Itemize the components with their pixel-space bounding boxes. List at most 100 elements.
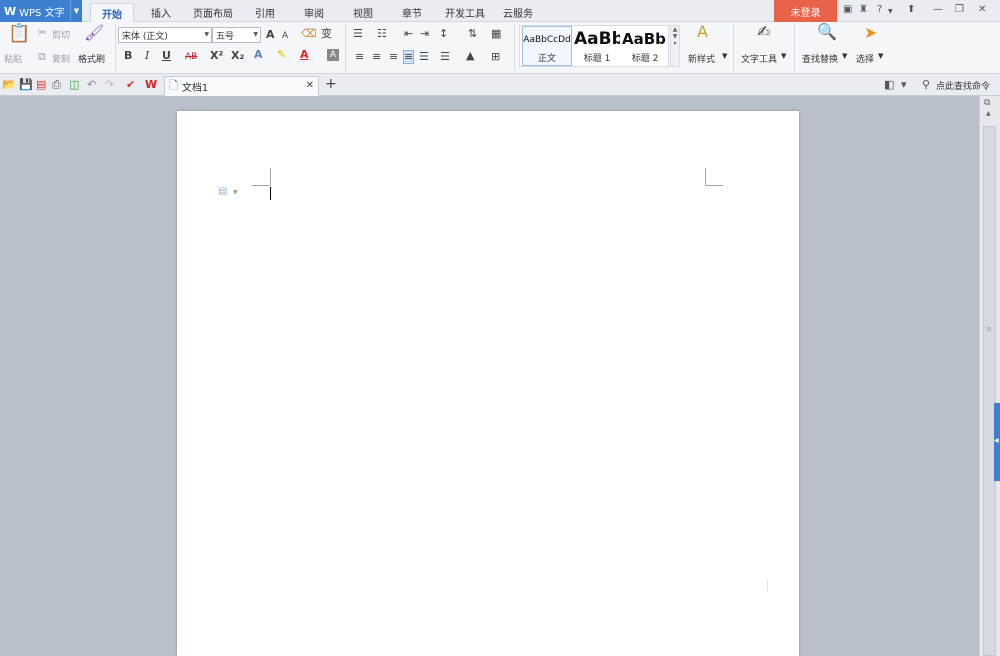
tab-view[interactable]: 视图 (343, 3, 383, 22)
command-search-input[interactable]: 点此查找命令 (936, 79, 990, 92)
italic-button[interactable]: I (145, 50, 149, 62)
print-preview-icon[interactable]: ◫ (69, 79, 79, 91)
tab-page-layout[interactable]: 页面布局 (188, 3, 238, 22)
split-view-icon[interactable]: ⧉ (984, 98, 990, 108)
style-heading-2[interactable]: AaBb 标题 2 (622, 26, 668, 66)
customize-icon[interactable]: ✔ (126, 79, 135, 91)
text-tools-icon[interactable]: ✍ (757, 24, 770, 40)
scroll-thumb[interactable]: ≡ (983, 126, 996, 656)
new-style-icon[interactable]: A (697, 24, 708, 40)
table-icon[interactable]: ▦ (491, 28, 501, 40)
format-painter-button[interactable]: 格式刷 (78, 52, 105, 65)
text-tools-button[interactable]: 文字工具 (741, 52, 777, 65)
text-effect-icon[interactable]: A (254, 49, 263, 61)
undo-icon[interactable]: ↶ (87, 79, 96, 91)
export-pdf-icon[interactable]: ▤ (36, 79, 46, 91)
align-center-icon[interactable]: ≡ (372, 51, 381, 63)
chevron-down-icon[interactable]: ▼ (781, 52, 786, 60)
superscript-button[interactable]: X² (210, 50, 223, 62)
select-button[interactable]: 选择 (856, 52, 874, 65)
style-heading-1[interactable]: AaBb 标题 1 (574, 26, 620, 66)
paste-button[interactable]: 粘贴 (4, 52, 22, 65)
outdent-icon[interactable]: ⇤ (404, 28, 413, 40)
new-style-button[interactable]: 新样式 (688, 52, 715, 65)
document-icon: 🗋 (169, 79, 178, 92)
paragraph-spacing-icon[interactable]: ☰ (440, 51, 450, 63)
document-page[interactable]: ▤ ▼ (177, 111, 799, 656)
paste-icon[interactable]: 📋 (8, 25, 30, 43)
skin-icon[interactable]: ▣ (843, 4, 852, 15)
style-gallery-scroll[interactable]: ▲ ▼ ▾ (670, 25, 680, 67)
wps-menu-button[interactable]: W WPS 文字 ▼ (0, 0, 82, 22)
style-normal[interactable]: AaBbCcDd 正文 (522, 26, 572, 66)
bold-button[interactable]: B (124, 50, 132, 62)
quick-access-bar: 📂 💾 ▤ ⎙ ◫ ↶ ↷ ✔ W 🗋 文档1 ✕ + ◧ ▾ ⚲ 点此查找命令 (0, 74, 1000, 96)
redo-icon[interactable]: ↷ (105, 79, 114, 91)
indent-icon[interactable]: ⇥ (420, 28, 429, 40)
restore-icon[interactable]: ❐ (955, 4, 964, 15)
tab-sections[interactable]: 章节 (392, 3, 432, 22)
copy-icon: ⧉ (38, 50, 46, 63)
bullet-list-icon[interactable]: ☰ (353, 28, 363, 40)
font-color-icon[interactable]: A (300, 49, 309, 61)
grow-font-button[interactable]: A (266, 29, 275, 41)
select-cursor-icon[interactable]: ➤ (864, 25, 877, 41)
numbered-list-icon[interactable]: ☷ (377, 28, 387, 40)
fullscreen-icon[interactable]: ⬆ (907, 4, 915, 15)
border-icon[interactable]: ⊞ (491, 51, 500, 63)
paragraph-handle-icon[interactable]: ▤ (218, 186, 227, 197)
minimize-icon[interactable]: — (933, 4, 943, 15)
char-shading-icon[interactable]: A (327, 49, 339, 61)
side-panel-toggle[interactable]: ◀ (994, 403, 1000, 481)
margin-corner-left (252, 185, 270, 186)
sort-icon[interactable]: ⇅ (468, 28, 477, 40)
clear-format-icon[interactable]: ⌫ (301, 28, 317, 40)
highlight-icon[interactable]: ✎ (277, 49, 286, 61)
font-size-select[interactable]: 五号 ▼ (212, 27, 261, 43)
find-replace-button[interactable]: 查找替换 (802, 52, 838, 65)
cut-button[interactable]: 剪切 (52, 28, 70, 41)
justify-icon[interactable]: ≡ (403, 50, 415, 64)
align-right-icon[interactable]: ≡ (389, 51, 398, 63)
change-case-button[interactable]: 变 (321, 28, 332, 40)
tab-insert[interactable]: 插入 (140, 3, 182, 22)
shrink-font-button[interactable]: A (282, 30, 288, 42)
tab-references[interactable]: 引用 (245, 3, 285, 22)
line-spacing-icon[interactable]: ↕ (439, 28, 448, 40)
tab-cloud[interactable]: 云服务 (496, 3, 540, 22)
chevron-down-icon[interactable]: ▼ (878, 52, 883, 60)
chevron-down-icon[interactable]: ▼ (70, 0, 82, 22)
close-tab-icon[interactable]: ✕ (306, 80, 314, 91)
copy-button[interactable]: 复制 (52, 52, 70, 65)
chevron-down-icon[interactable]: ▼ (842, 52, 847, 60)
close-icon[interactable]: ✕ (978, 4, 986, 15)
document-tab[interactable]: 🗋 文档1 ✕ (164, 76, 319, 96)
font-family-select[interactable]: 宋体 (正文) ▼ (118, 27, 212, 43)
doc-assist-icon[interactable]: ◧ (884, 79, 894, 91)
chevron-down-icon[interactable]: ▼ (888, 8, 893, 15)
shading-icon[interactable]: ▲ (466, 50, 474, 62)
save-icon[interactable]: 💾 (19, 79, 33, 91)
strikethrough-button[interactable]: AB (185, 51, 197, 63)
collapse-ribbon-icon[interactable]: ▾ (901, 79, 907, 91)
open-folder-icon[interactable]: 📂 (2, 79, 16, 91)
tab-developer[interactable]: 开发工具 (440, 3, 490, 22)
tab-home[interactable]: 开始 (90, 3, 134, 23)
distributed-icon[interactable]: ☰ (419, 51, 429, 63)
shirt-icon[interactable]: ♜ (859, 4, 868, 15)
tab-review[interactable]: 审阅 (294, 3, 334, 22)
print-icon[interactable]: ⎙ (52, 79, 61, 91)
wps-writer-window: W WPS 文字 ▼ 开始 插入 页面布局 引用 审阅 视图 章节 开发工具 云… (0, 0, 1000, 656)
find-replace-icon[interactable]: 🔍 (817, 24, 837, 40)
format-painter-icon[interactable]: 🖌 (84, 25, 104, 41)
new-tab-button[interactable]: + (325, 77, 337, 91)
chevron-down-icon[interactable]: ▼ (233, 189, 238, 196)
subscript-button[interactable]: X₂ (231, 50, 244, 62)
login-button[interactable]: 未登录 (774, 0, 837, 22)
align-left-icon[interactable]: ≡ (355, 51, 364, 63)
help-button[interactable]: ? (877, 4, 882, 15)
chevron-down-icon[interactable]: ▼ (722, 52, 727, 60)
vertical-scrollbar[interactable]: ⧉ ▲ ≡ (979, 96, 1000, 656)
scroll-up-icon[interactable]: ▲ (986, 110, 991, 117)
underline-button[interactable]: U (162, 50, 171, 62)
